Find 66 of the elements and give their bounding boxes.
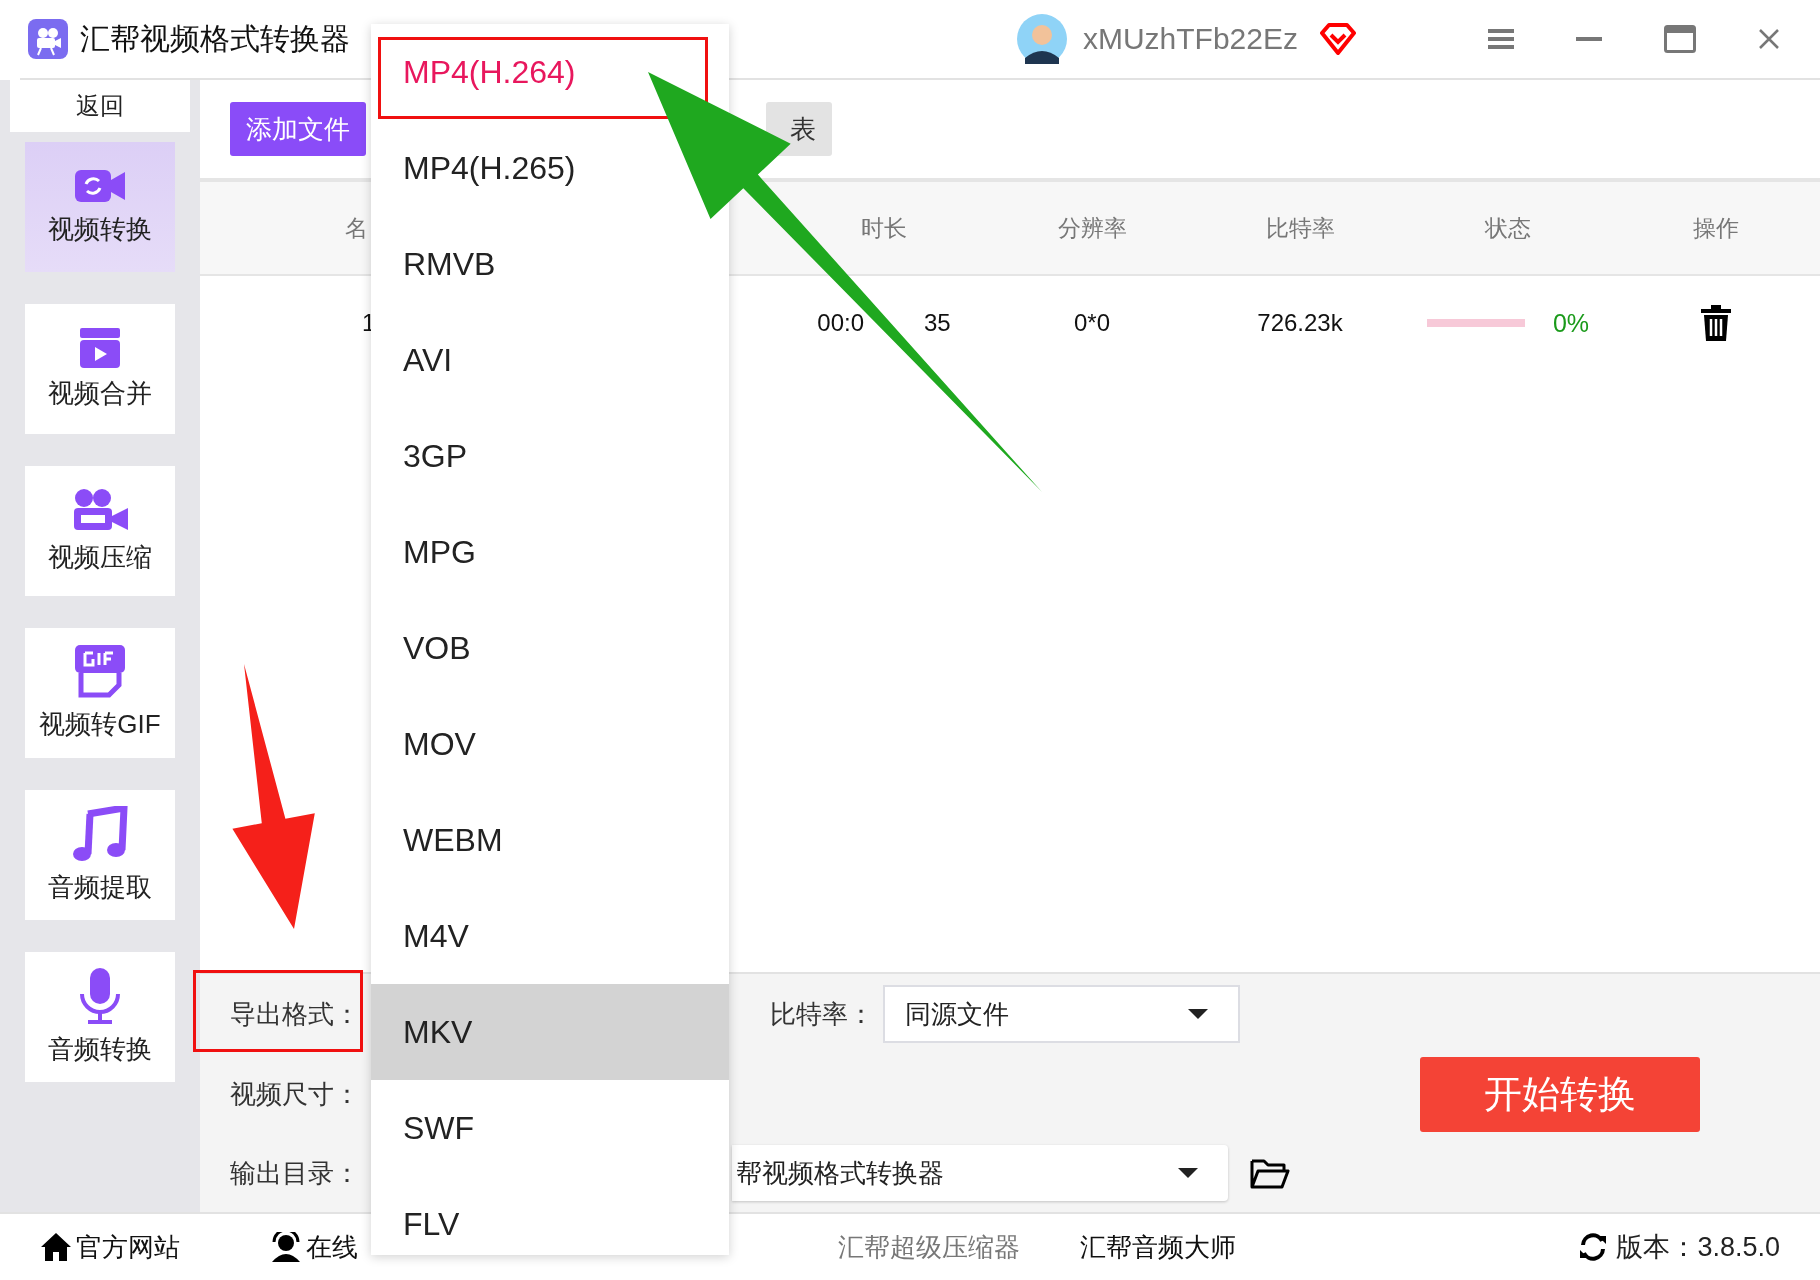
clapperboard-icon — [80, 327, 120, 368]
video-camera-icon — [75, 167, 125, 204]
table-cell: 0*0 — [1073, 309, 1110, 337]
sidebar-item[interactable]: 音频提取 — [25, 790, 175, 920]
product-link[interactable]: 汇帮音频大师 — [1080, 1229, 1236, 1265]
format-option[interactable]: VOB — [371, 600, 643, 696]
movie-camera-icon — [72, 487, 128, 532]
format-option[interactable]: WEBM — [371, 792, 643, 888]
home-icon — [40, 1232, 72, 1262]
field-label: 导出格式： — [230, 997, 361, 1031]
caret-icon — [1178, 1168, 1198, 1178]
microphone-icon — [78, 967, 122, 1024]
sidebar-item[interactable]: 视频转换 — [25, 142, 175, 272]
product-link[interactable]: 汇帮超级压缩器 — [838, 1229, 1020, 1265]
table-cell: 00:0 — [817, 309, 864, 337]
caret-icon — [1188, 1009, 1208, 1019]
column-header: 分辨率 — [1056, 213, 1128, 243]
folder-icon[interactable] — [1250, 1157, 1290, 1189]
bitrate-dropdown[interactable]: 同源文件 — [883, 985, 1240, 1043]
format-option[interactable]: MP4(H.265) — [371, 120, 643, 216]
format-option[interactable]: MOV — [371, 696, 643, 792]
field-label: 视频尺寸： — [230, 1077, 361, 1111]
refresh-icon[interactable] — [1578, 1232, 1609, 1262]
start-convert-button[interactable]: 开始转换 — [1420, 1056, 1700, 1132]
sidebar-item[interactable]: 视频合并 — [25, 304, 175, 434]
toolbar-button[interactable]: 添加文件 — [230, 102, 366, 156]
format-option[interactable]: AVI — [371, 312, 643, 408]
sidebar-item[interactable]: 视频压缩 — [25, 466, 175, 596]
app-title: 汇帮视频格式转换器 — [80, 20, 350, 57]
format-option[interactable]: SWF — [371, 1080, 643, 1176]
version-label: 版本：3.8.5.0 — [1616, 1231, 1780, 1264]
sidebar-item[interactable]: 视频转GIF — [25, 628, 175, 758]
format-option[interactable]: M4V — [371, 888, 643, 984]
gif-file-icon — [75, 644, 125, 699]
column-header: 时长 — [860, 213, 908, 243]
format-option[interactable]: FLV — [371, 1176, 643, 1255]
close-icon[interactable] — [1758, 28, 1780, 50]
progress-percent: 0% — [1552, 308, 1590, 338]
format-option[interactable]: RMVB — [371, 216, 643, 312]
menu-icon[interactable] — [1488, 28, 1514, 50]
trash-icon[interactable] — [1701, 305, 1731, 341]
headset-user-icon — [270, 1232, 302, 1262]
format-option[interactable]: 3GP — [371, 408, 643, 504]
maximize-icon[interactable] — [1664, 25, 1696, 53]
field-label: 比特率： — [770, 997, 875, 1031]
column-header: 比特率 — [1264, 213, 1336, 243]
back-button[interactable]: 返回 — [10, 80, 190, 132]
field-label: 输出目录： — [230, 1156, 361, 1190]
column-header: 状态 — [1484, 213, 1532, 243]
table-cell: 35 — [924, 309, 951, 337]
support-link[interactable]: 在线 — [270, 1229, 358, 1265]
toolbar-button[interactable]: 表 — [766, 102, 832, 156]
format-option[interactable]: MP4(H.264) — [371, 24, 643, 120]
music-note-icon — [72, 805, 128, 862]
app-logo-icon — [28, 19, 68, 59]
diamond-icon[interactable] — [1320, 23, 1356, 55]
avatar-icon — [1016, 14, 1067, 64]
table-cell: 726.23k — [1257, 309, 1343, 337]
format-option[interactable]: MPG — [371, 504, 643, 600]
sidebar-item[interactable]: 音频转换 — [25, 952, 175, 1082]
website-link[interactable]: 官方网站 — [40, 1229, 180, 1265]
column-header: 操作 — [1692, 213, 1740, 243]
column-header: 名 — [344, 213, 369, 243]
username[interactable]: xMUzhTFb22Ez — [1082, 22, 1298, 56]
format-option[interactable]: MKV — [371, 984, 729, 1080]
output-folder-dropdown[interactable]: 帮视频格式转换器 — [732, 1145, 1228, 1201]
